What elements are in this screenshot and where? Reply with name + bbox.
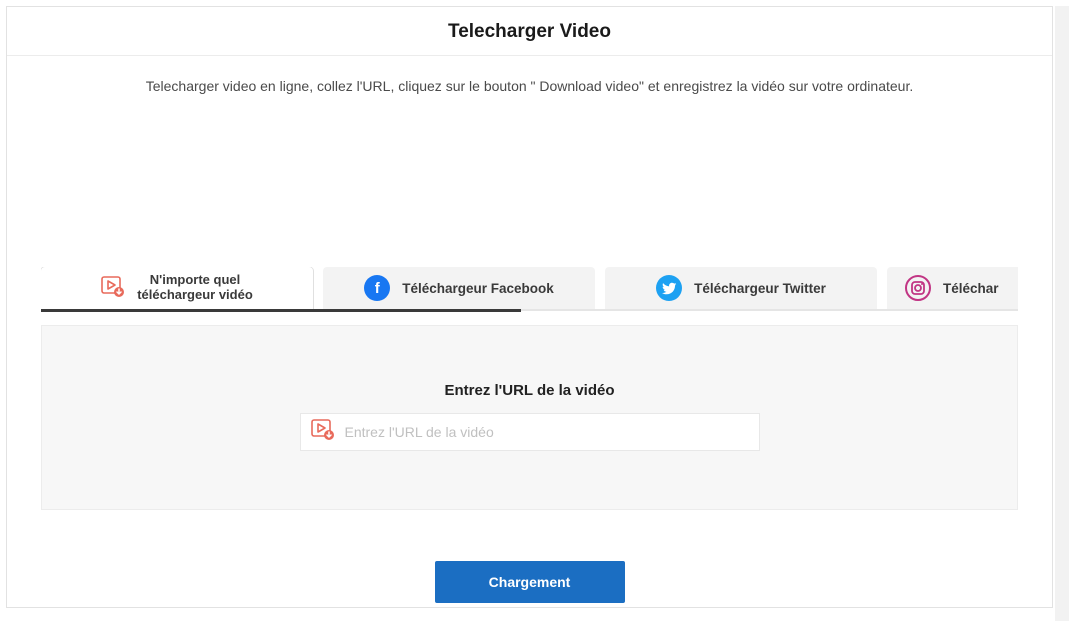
page-title: Telecharger Video [7,21,1052,43]
tab-label: N'importe quel téléchargeur vidéo [137,273,253,303]
twitter-icon [656,275,682,301]
tab-label: Téléchargeur Twitter [694,281,826,296]
panel-title: Entrez l'URL de la vidéo [445,382,615,399]
url-input[interactable] [345,424,749,440]
instagram-icon [905,275,931,301]
tab-label: Téléchargeur Facebook [402,281,554,296]
tab-instagram[interactable]: Téléchar [887,267,1018,309]
tab-facebook[interactable]: f Téléchargeur Facebook [323,267,595,309]
tab-any-video[interactable]: N'importe quel téléchargeur vidéo [41,267,313,309]
video-download-icon [101,276,125,301]
facebook-icon: f [364,275,390,301]
url-panel: Entrez l'URL de la vidéo [41,325,1018,510]
scrollbar[interactable] [1055,6,1069,621]
url-input-wrap [300,413,760,451]
page-subtitle: Telecharger video en ligne, collez l'URL… [7,56,1052,94]
tabs-row: N'importe quel téléchargeur vidéo f Télé… [41,267,1018,311]
load-button[interactable]: Chargement [435,561,625,603]
active-tab-underline [41,309,521,312]
app-frame: Telecharger Video Telecharger video en l… [6,6,1053,608]
tab-label: Téléchar [943,281,999,296]
tab-twitter[interactable]: Téléchargeur Twitter [605,267,877,309]
video-download-icon [311,419,335,446]
title-bar: Telecharger Video [7,7,1052,56]
